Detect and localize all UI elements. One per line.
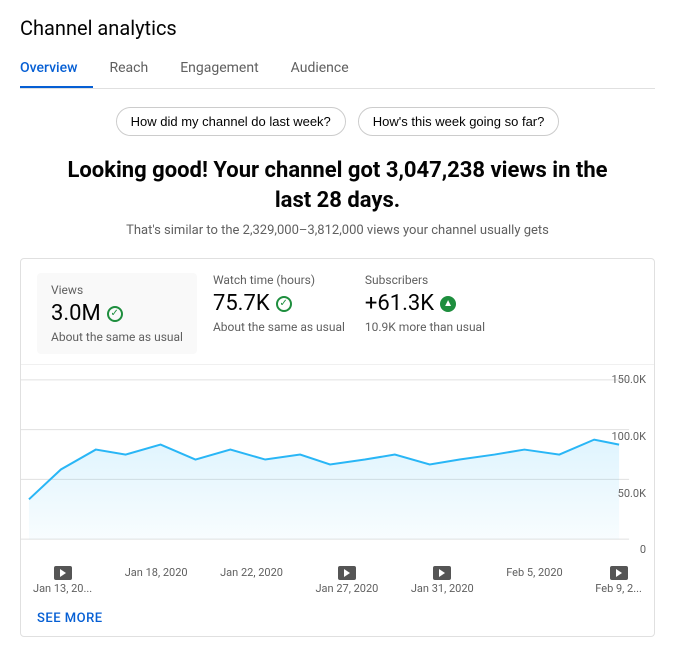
watch-time-value: 75.7K ✓ <box>213 291 345 316</box>
views-check-icon: ✓ <box>107 306 123 322</box>
tab-reach[interactable]: Reach <box>109 52 164 88</box>
y-label-0: 0 <box>611 543 646 556</box>
subscribers-label: Subscribers <box>365 273 485 287</box>
y-label-100k: 100.0K <box>611 430 646 443</box>
page-container: Channel analytics Overview Reach Engagem… <box>0 0 675 653</box>
views-label: Views <box>51 283 183 297</box>
x-label-jan27-text: Jan 27, 2020 <box>315 582 378 595</box>
x-label-jan18-text: Jan 18, 2020 <box>125 566 188 579</box>
play-icon-2 <box>344 569 350 577</box>
tab-engagement[interactable]: Engagement <box>180 52 274 88</box>
x-label-feb9-text: Feb 9, 2... <box>595 582 642 595</box>
views-status: About the same as usual <box>51 330 183 344</box>
this-week-button[interactable]: How's this week going so far? <box>358 107 560 136</box>
quick-questions-bar: How did my channel do last week? How's t… <box>20 107 655 136</box>
see-more-link[interactable]: SEE MORE <box>21 601 654 636</box>
tab-bar: Overview Reach Engagement Audience <box>20 52 655 89</box>
x-label-jan18: Jan 18, 2020 <box>125 566 188 595</box>
video-marker-jan13 <box>54 566 72 580</box>
video-marker-feb9 <box>610 566 628 580</box>
last-week-button[interactable]: How did my channel do last week? <box>116 107 346 136</box>
metric-views: Views 3.0M ✓ About the same as usual <box>37 273 197 354</box>
x-label-jan31-text: Jan 31, 2020 <box>411 582 474 595</box>
metrics-row: Views 3.0M ✓ About the same as usual Wat… <box>21 259 654 364</box>
play-icon-4 <box>616 569 622 577</box>
watch-time-label: Watch time (hours) <box>213 273 345 287</box>
x-label-feb5-text: Feb 5, 2020 <box>506 566 563 579</box>
tab-overview[interactable]: Overview <box>20 52 93 88</box>
play-icon-3 <box>439 569 445 577</box>
tab-audience[interactable]: Audience <box>291 52 365 88</box>
play-icon <box>60 569 66 577</box>
metric-subscribers: Subscribers +61.3K ▲ 10.9K more than usu… <box>365 273 505 354</box>
chart-svg <box>21 365 654 564</box>
x-label-feb5: Feb 5, 2020 <box>506 566 563 595</box>
x-label-jan22-text: Jan 22, 2020 <box>220 566 283 579</box>
chart-area: 150.0K 100.0K 50.0K 0 <box>21 364 654 564</box>
watch-time-status: About the same as usual <box>213 320 345 334</box>
sub-headline: That's similar to the 2,329,000–3,812,00… <box>20 223 655 238</box>
analytics-card: Views 3.0M ✓ About the same as usual Wat… <box>20 258 655 637</box>
x-label-jan13-text: Jan 13, 20... <box>33 582 92 595</box>
x-label-jan31: Jan 31, 2020 <box>411 566 474 595</box>
video-marker-jan27 <box>338 566 356 580</box>
x-label-jan13: Jan 13, 20... <box>33 566 92 595</box>
y-label-150k: 150.0K <box>611 373 646 386</box>
subscribers-arrow-icon: ▲ <box>440 296 456 312</box>
x-label-feb9: Feb 9, 2... <box>595 566 642 595</box>
watch-time-check-icon: ✓ <box>276 296 292 312</box>
chart-area-fill <box>29 440 619 540</box>
subscribers-value: +61.3K ▲ <box>365 291 485 316</box>
x-label-jan27: Jan 27, 2020 <box>315 566 378 595</box>
main-headline: Looking good! Your channel got 3,047,238… <box>58 156 618 215</box>
y-label-50k: 50.0K <box>611 487 646 500</box>
page-title: Channel analytics <box>20 16 655 40</box>
views-value: 3.0M ✓ <box>51 301 183 326</box>
x-label-jan22: Jan 22, 2020 <box>220 566 283 595</box>
subscribers-status: 10.9K more than usual <box>365 320 485 334</box>
video-marker-jan31 <box>433 566 451 580</box>
metric-watch-time: Watch time (hours) 75.7K ✓ About the sam… <box>213 273 365 354</box>
x-axis-labels: Jan 13, 20... Jan 18, 2020 Jan 22, 2020 … <box>21 564 654 601</box>
